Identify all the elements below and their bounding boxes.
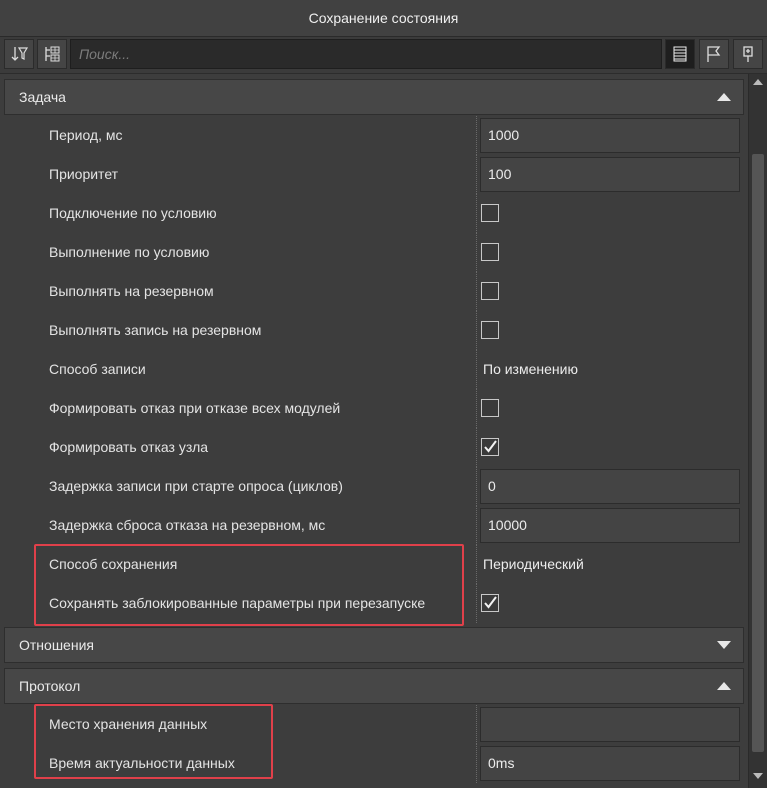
priority-input[interactable]: 100 [480, 157, 740, 192]
group-title-relations: Отношения [19, 637, 94, 653]
row-label: Формировать отказ при отказе всех модуле… [49, 400, 341, 416]
save-mode-value[interactable]: Периодический [483, 545, 584, 584]
group-icon[interactable] [37, 39, 67, 69]
pin-icon[interactable] [733, 39, 763, 69]
row-exec-reserve: Выполнять на резервном [4, 272, 744, 311]
row-label: Сохранять заблокированные параметры при … [49, 595, 426, 611]
save-locked-checkbox[interactable] [481, 594, 499, 612]
toolbar [0, 37, 767, 74]
row-connect-condition: Подключение по условию [4, 194, 744, 233]
row-save-mode: Способ сохранения Периодический [4, 545, 744, 584]
row-label: Место хранения данных [49, 716, 208, 732]
flag-icon[interactable] [699, 39, 729, 69]
chevron-up-icon[interactable] [717, 681, 731, 691]
search-input[interactable] [70, 39, 662, 69]
reset-delay-input[interactable]: 10000 [480, 508, 740, 543]
row-write-mode: Способ записи По изменению [4, 350, 744, 389]
scroll-up-icon[interactable] [753, 78, 763, 86]
row-label: Время актуальности данных [49, 755, 235, 771]
start-delay-input[interactable]: 0 [480, 469, 740, 504]
group-header-relations[interactable]: Отношения [4, 627, 744, 663]
sort-filter-icon[interactable] [4, 39, 34, 69]
scroll-down-icon[interactable] [753, 772, 763, 780]
chevron-up-icon[interactable] [717, 92, 731, 102]
write-mode-value[interactable]: По изменению [483, 350, 578, 389]
row-storage-location: Место хранения данных [4, 705, 744, 744]
checkmark-icon [484, 596, 497, 609]
row-exec-condition: Выполнение по условию [4, 233, 744, 272]
row-start-delay: Задержка записи при старте опроса (цикло… [4, 467, 744, 506]
group-header-protocol[interactable]: Протокол [4, 668, 744, 704]
checkmark-icon [484, 440, 497, 453]
row-label: Подключение по условию [49, 205, 217, 221]
list-view-icon[interactable] [665, 39, 695, 69]
row-fail-all-modules: Формировать отказ при отказе всех модуле… [4, 389, 744, 428]
fail-all-modules-checkbox[interactable] [481, 399, 499, 417]
row-priority: Приоритет 100 [4, 155, 744, 194]
row-label: Выполнять запись на резервном [49, 322, 262, 338]
row-save-locked: Сохранять заблокированные параметры при … [4, 584, 744, 623]
row-node-fail: Формировать отказ узла [4, 428, 744, 467]
group-header-task[interactable]: Задача [4, 79, 744, 115]
row-write-reserve: Выполнять запись на резервном [4, 311, 744, 350]
row-label: Выполнение по условию [49, 244, 210, 260]
window-title: Сохранение состояния [0, 0, 767, 37]
row-label: Период, мс [49, 127, 123, 143]
period-input[interactable]: 1000 [480, 118, 740, 153]
row-period: Период, мс 1000 [4, 116, 744, 155]
data-actuality-input[interactable]: 0ms [480, 746, 740, 781]
write-reserve-checkbox[interactable] [481, 321, 499, 339]
row-label: Способ записи [49, 361, 146, 377]
row-label: Задержка записи при старте опроса (цикло… [49, 478, 343, 494]
scrollbar-thumb[interactable] [752, 154, 764, 752]
property-grid: Задача Период, мс 1000 Приоритет 100 Под… [0, 74, 748, 788]
row-data-actuality: Время актуальности данных 0ms [4, 744, 744, 783]
connect-condition-checkbox[interactable] [481, 204, 499, 222]
node-fail-checkbox[interactable] [481, 438, 499, 456]
row-label: Задержка сброса отказа на резервном, мс [49, 517, 326, 533]
row-reset-delay: Задержка сброса отказа на резервном, мс … [4, 506, 744, 545]
storage-location-input[interactable] [480, 707, 740, 742]
vertical-scrollbar[interactable] [748, 74, 767, 788]
row-label: Приоритет [49, 166, 119, 182]
group-title-protocol: Протокол [19, 678, 81, 694]
exec-reserve-checkbox[interactable] [481, 282, 499, 300]
row-label: Формировать отказ узла [49, 439, 209, 455]
row-label: Способ сохранения [49, 556, 178, 572]
group-title-task: Задача [19, 89, 66, 105]
exec-condition-checkbox[interactable] [481, 243, 499, 261]
row-label: Выполнять на резервном [49, 283, 214, 299]
chevron-down-icon[interactable] [717, 640, 731, 650]
